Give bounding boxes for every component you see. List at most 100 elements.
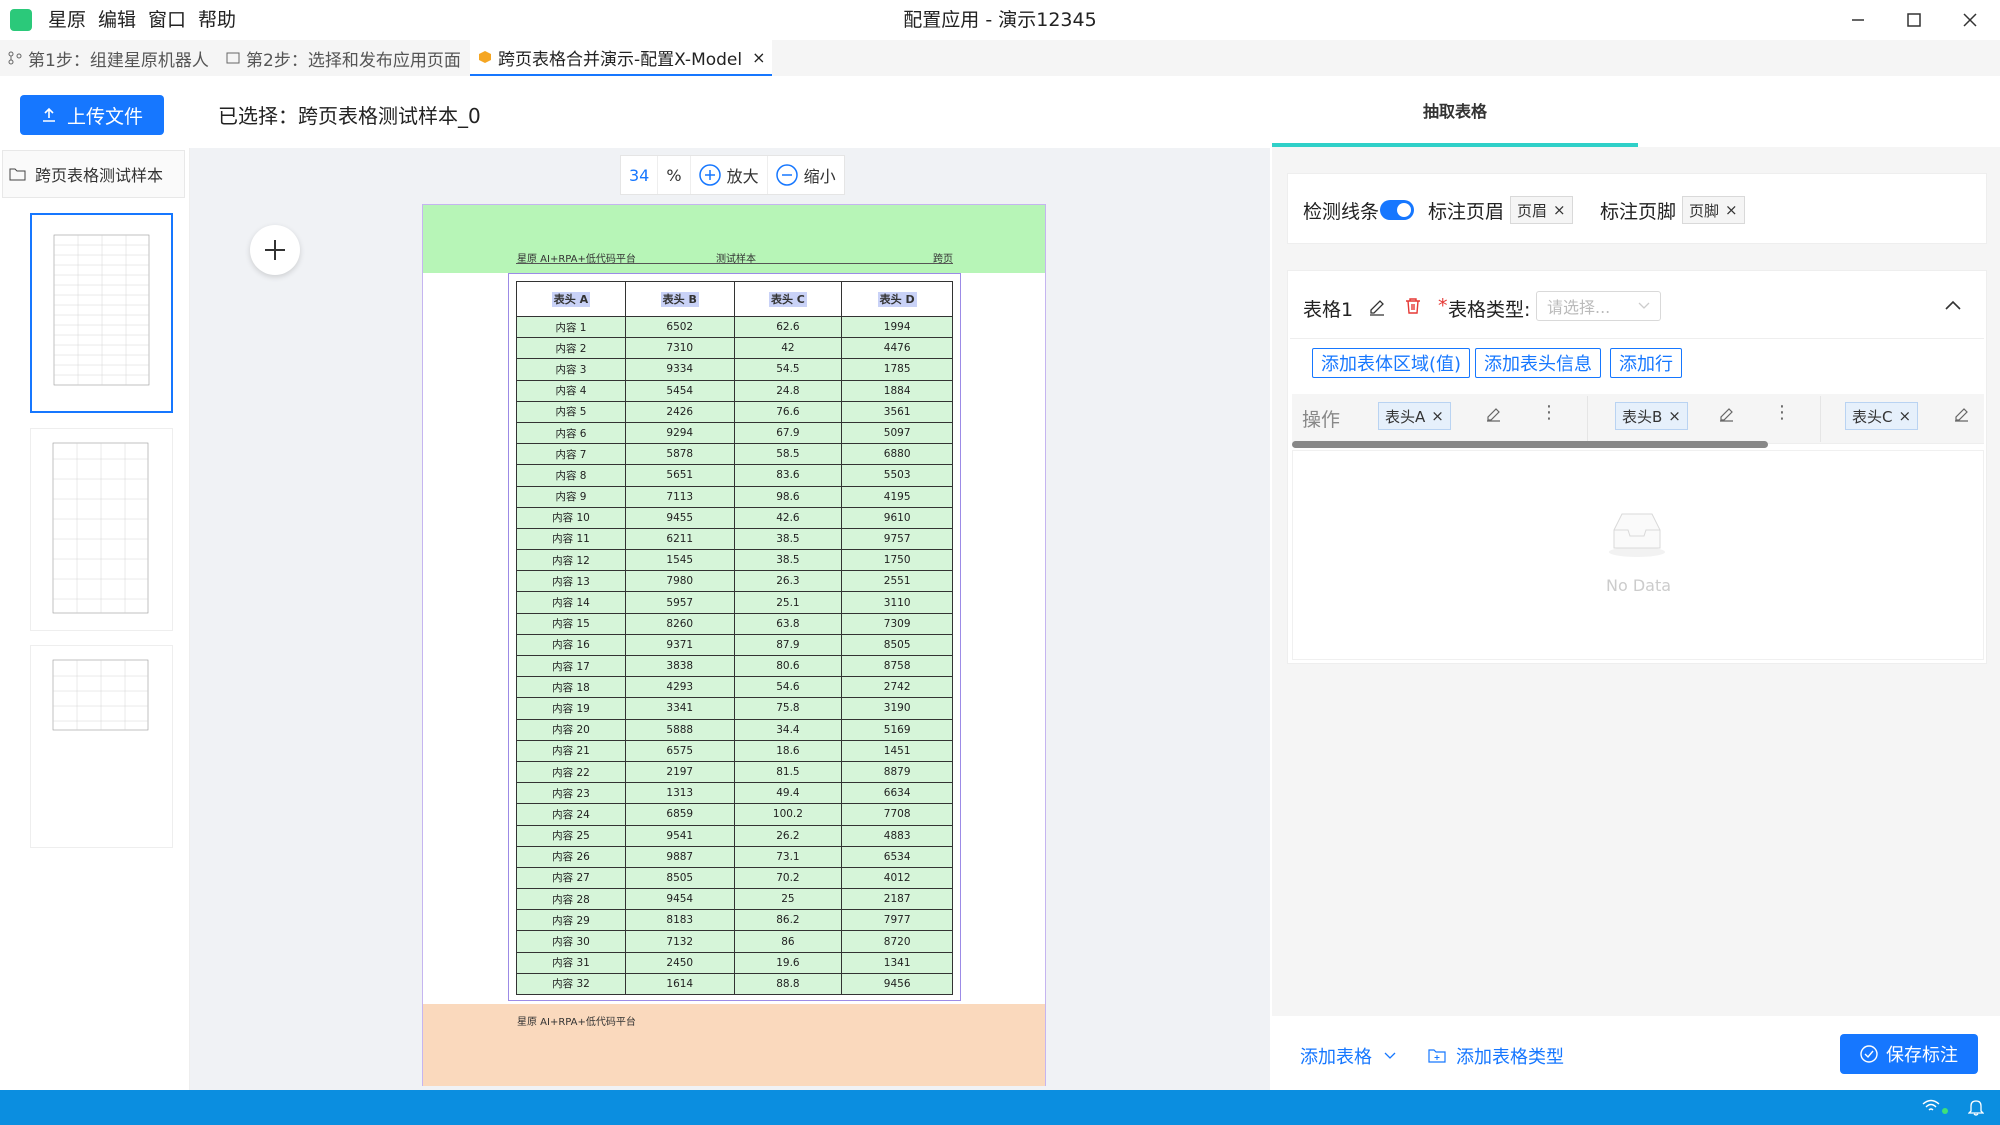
add-table-type-button[interactable]: 添加表格类型 bbox=[1428, 1043, 1564, 1069]
table-cell: 58.5 bbox=[733, 443, 843, 466]
maximize-button[interactable] bbox=[1886, 0, 1942, 40]
operation-label: 操作 bbox=[1302, 409, 1341, 431]
chevron-down-icon bbox=[1384, 1052, 1396, 1059]
table-row: 内容 21 6575 18.6 1451 bbox=[516, 739, 953, 762]
title-bar: 星原 编辑 窗口 帮助 配置应用 - 演示12345 bbox=[0, 0, 2000, 40]
branch-icon bbox=[8, 51, 22, 65]
table-cell: 25 bbox=[733, 888, 843, 911]
table-cell: 3341 bbox=[624, 697, 735, 720]
tab-step2[interactable]: 第2步：选择和发布应用页面 bbox=[218, 40, 468, 76]
table-cell: 98.6 bbox=[733, 485, 843, 508]
zoom-in-label: 放大 bbox=[726, 167, 759, 186]
online-dot bbox=[1942, 1108, 1948, 1114]
table-cell: 2551 bbox=[841, 570, 953, 593]
table-row: 内容 28 9454 25 2187 bbox=[516, 888, 953, 911]
table-cell: 7132 bbox=[624, 930, 735, 953]
table-cell: 5878 bbox=[624, 443, 735, 466]
table-cell: 7310 bbox=[624, 337, 735, 360]
chip-close-icon[interactable]: × bbox=[1725, 201, 1738, 219]
table-row: 内容 15 8260 63.8 7309 bbox=[516, 612, 953, 635]
zoom-value[interactable]: 34 bbox=[621, 156, 659, 194]
add-body-button[interactable]: 添加表体区域(值) bbox=[1312, 348, 1471, 378]
table-row: 内容 17 3838 80.6 8758 bbox=[516, 654, 953, 678]
tab-extract-table[interactable]: 抽取表格 bbox=[1272, 76, 1638, 147]
table-cell: 内容 11 bbox=[516, 527, 626, 551]
table-cell: 26.2 bbox=[733, 824, 843, 847]
table-cell: 6634 bbox=[841, 782, 953, 805]
save-annotation-button[interactable]: 保存标注 bbox=[1840, 1034, 1978, 1074]
table-row: 内容 1 6502 62.6 1994 bbox=[516, 315, 953, 339]
table-cell: 5888 bbox=[624, 718, 735, 741]
table-row: 内容 25 9541 26.2 4883 bbox=[516, 824, 953, 847]
detect-lines-toggle[interactable] bbox=[1380, 200, 1414, 220]
table-cell: 8879 bbox=[841, 760, 953, 784]
menu-window[interactable]: 窗口 bbox=[148, 0, 186, 40]
table-cell: 1994 bbox=[841, 315, 953, 339]
tab-step2-label: 第2步：选择和发布应用页面 bbox=[246, 50, 461, 71]
table-cell: 9541 bbox=[624, 824, 735, 847]
menu-xingyuan[interactable]: 星原 bbox=[48, 0, 86, 40]
header-chip[interactable]: 页眉 × bbox=[1510, 196, 1573, 224]
upload-button[interactable]: 上传文件 bbox=[20, 95, 164, 135]
tab-close-icon[interactable]: × bbox=[752, 48, 765, 67]
bell-icon[interactable] bbox=[1968, 1098, 1984, 1116]
add-table-dropdown[interactable]: 添加表格 bbox=[1300, 1043, 1396, 1069]
table-cell: 5097 bbox=[841, 421, 953, 445]
page-thumbnail-3[interactable] bbox=[30, 645, 173, 848]
chip-close-icon[interactable]: × bbox=[1898, 407, 1911, 425]
col-chip-b[interactable]: 表头B × bbox=[1615, 402, 1688, 430]
edit-icon[interactable] bbox=[1485, 406, 1501, 422]
table-cell: 6880 bbox=[841, 443, 953, 466]
more-icon[interactable]: ⋮ bbox=[1540, 402, 1558, 423]
zoom-in-button[interactable]: 放大 bbox=[691, 156, 768, 194]
tab-step1[interactable]: 第1步：组建星原机器人 bbox=[0, 40, 216, 76]
table-cell: 内容 5 bbox=[516, 400, 626, 423]
table-cell: 86 bbox=[733, 930, 843, 953]
col-divider bbox=[1587, 396, 1588, 442]
footer-chip[interactable]: 页脚 × bbox=[1682, 196, 1745, 224]
table-cell: 42 bbox=[733, 337, 843, 360]
table-row: 内容 2 7310 42 4476 bbox=[516, 337, 953, 360]
chip-close-icon[interactable]: × bbox=[1553, 201, 1566, 219]
col-chip-c-label: 表头C bbox=[1852, 407, 1893, 426]
doc-col-b: 表头 B bbox=[624, 281, 735, 317]
table-row: 内容 8 5651 83.6 5503 bbox=[516, 464, 953, 487]
edit-icon[interactable] bbox=[1953, 406, 1969, 422]
table-cell: 80.6 bbox=[733, 654, 843, 678]
page-thumbnail-2[interactable] bbox=[30, 428, 173, 631]
minimize-button[interactable] bbox=[1830, 0, 1886, 40]
table-cell: 8260 bbox=[624, 612, 735, 635]
edit-icon[interactable] bbox=[1718, 406, 1734, 422]
page-thumbnail-1[interactable] bbox=[30, 213, 173, 413]
folder-item[interactable]: 跨页表格测试样本 bbox=[2, 150, 185, 198]
maximize-icon bbox=[1907, 13, 1921, 27]
document-page: 星原 AI+RPA+低代码平台 测试样本 跨页 表头 A 表头 B 表头 C 表… bbox=[422, 204, 1046, 1086]
more-icon[interactable]: ⋮ bbox=[1773, 402, 1791, 423]
col-chip-c[interactable]: 表头C × bbox=[1845, 402, 1919, 430]
table-cell: 9334 bbox=[624, 358, 735, 381]
table-row: 内容 31 2450 19.6 1341 bbox=[516, 951, 953, 974]
add-row-button[interactable]: 添加行 bbox=[1610, 348, 1682, 378]
table-type-select[interactable]: 请选择... bbox=[1536, 291, 1661, 321]
menu-help[interactable]: 帮助 bbox=[198, 0, 236, 40]
upload-icon bbox=[42, 107, 55, 122]
edit-icon[interactable] bbox=[1368, 298, 1386, 316]
table-cell: 9887 bbox=[624, 845, 735, 868]
add-region-button[interactable] bbox=[250, 225, 300, 275]
zoom-out-button[interactable]: 缩小 bbox=[768, 156, 844, 194]
chevron-up-icon[interactable] bbox=[1945, 300, 1961, 310]
col-chip-a[interactable]: 表头A × bbox=[1378, 402, 1451, 430]
close-button[interactable] bbox=[1942, 0, 1998, 40]
chip-close-icon[interactable]: × bbox=[1431, 407, 1444, 425]
horizontal-scrollbar[interactable] bbox=[1292, 441, 1768, 448]
add-header-info-button[interactable]: 添加表头信息 bbox=[1475, 348, 1601, 378]
table-cell: 8505 bbox=[624, 866, 735, 890]
tab-config[interactable]: 跨页表格合并演示-配置X-Model × bbox=[470, 40, 772, 76]
table-cell: 5169 bbox=[841, 718, 953, 741]
divider bbox=[1290, 338, 1984, 339]
delete-icon[interactable] bbox=[1404, 297, 1422, 315]
chip-close-icon[interactable]: × bbox=[1668, 407, 1681, 425]
check-circle-icon bbox=[1860, 1045, 1878, 1063]
menu-edit[interactable]: 编辑 bbox=[98, 0, 136, 40]
table-cell: 9456 bbox=[841, 972, 953, 996]
